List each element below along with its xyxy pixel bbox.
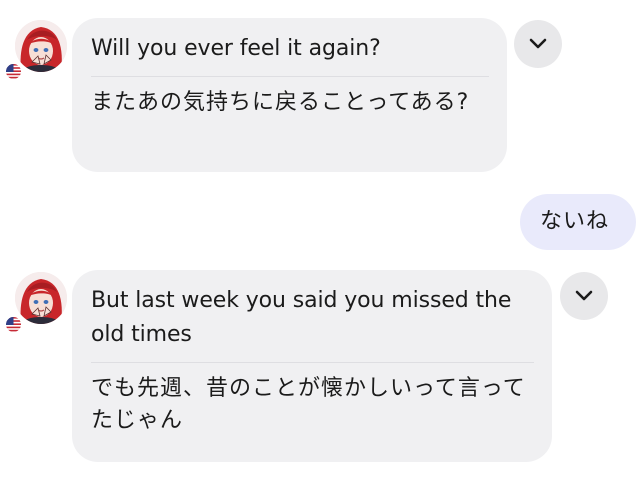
us-flag-icon <box>5 316 22 333</box>
translation-divider <box>91 362 534 363</box>
message-options-button[interactable] <box>514 20 562 68</box>
us-flag-icon <box>5 63 22 80</box>
avatar[interactable] <box>15 272 67 324</box>
message-options-button[interactable] <box>560 272 608 320</box>
incoming-message-bubble[interactable]: Will you ever feel it again? またあの気持ちに戻るこ… <box>72 18 507 172</box>
chevron-down-icon <box>529 38 547 49</box>
chevron-down-icon <box>575 290 593 301</box>
message-translation: でも先週、昔のことが懐かしいって言ってたじゃん <box>91 376 526 433</box>
translation-divider <box>91 76 489 77</box>
incoming-message-bubble[interactable]: But last week you said you missed the ol… <box>72 270 552 462</box>
avatar[interactable] <box>15 20 67 72</box>
message-text: Will you ever feel it again? <box>91 36 381 61</box>
outgoing-message-bubble[interactable]: ないね <box>520 194 636 250</box>
message-translation: またあの気持ちに戻ることってある? <box>91 90 470 115</box>
message-text: But last week you said you missed the ol… <box>91 288 512 347</box>
